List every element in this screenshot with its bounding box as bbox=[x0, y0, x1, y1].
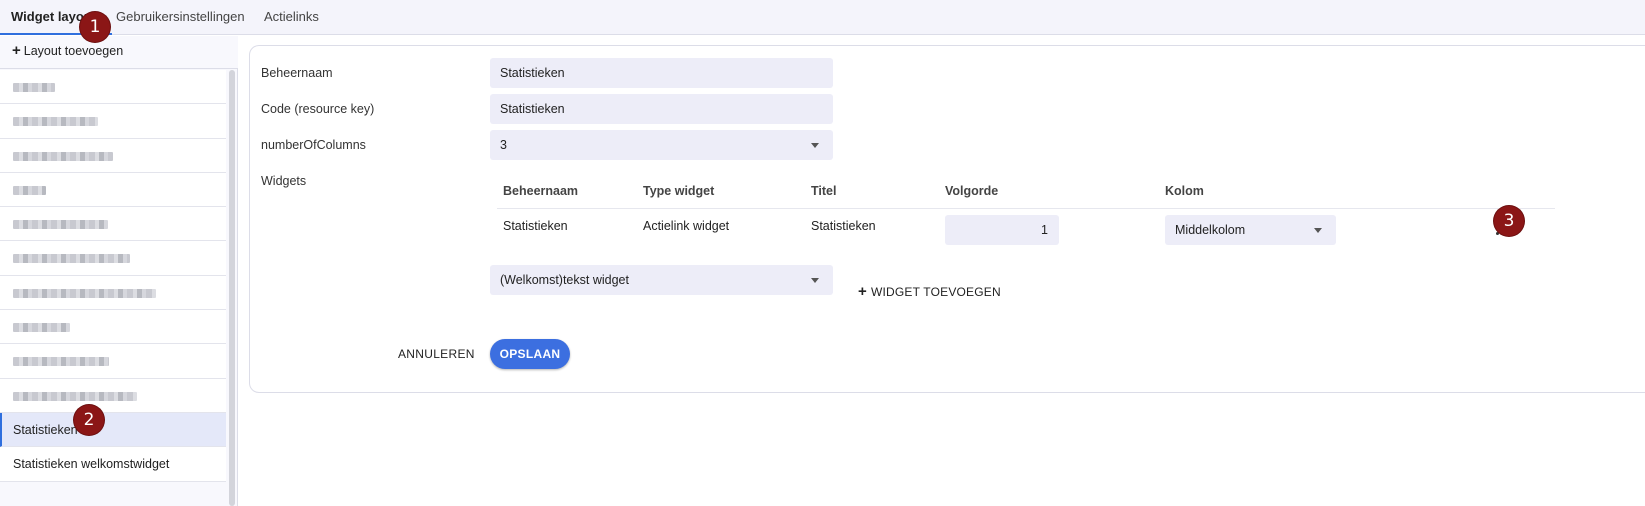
sidebar: + Layout toevoegen Statistieken Statistie… bbox=[0, 36, 238, 506]
blurred-label bbox=[13, 288, 156, 298]
list-item[interactable] bbox=[0, 378, 226, 413]
list-item[interactable] bbox=[0, 241, 226, 276]
list-item-statistieken-welkomstwidget[interactable]: Statistieken welkomstwidget bbox=[0, 447, 226, 482]
widget-type-select[interactable]: (Welkomst)tekst widget bbox=[490, 265, 833, 295]
list-item[interactable] bbox=[0, 70, 226, 105]
tab-gebruikersinstellingen[interactable]: Gebruikersinstellingen bbox=[116, 0, 245, 35]
blurred-label bbox=[13, 151, 113, 161]
blurred-label bbox=[13, 357, 109, 367]
chevron-down-icon bbox=[811, 278, 819, 283]
column-header-volgorde: Volgorde bbox=[945, 184, 999, 198]
beheernaam-input[interactable]: Statistieken bbox=[490, 58, 833, 88]
number-of-columns-value: 3 bbox=[500, 138, 507, 152]
blurred-label bbox=[13, 254, 130, 264]
chevron-down-icon bbox=[811, 143, 819, 148]
kolom-value: Middelkolom bbox=[1175, 223, 1246, 237]
blurred-label bbox=[13, 185, 46, 195]
column-header-type-widget: Type widget bbox=[643, 184, 715, 198]
table-divider bbox=[497, 208, 1555, 209]
layout-list: Statistieken Statistieken welkomstwidget bbox=[0, 70, 226, 482]
blurred-label bbox=[13, 391, 137, 401]
add-widget-button[interactable]: + WIDGET TOEVOEGEN bbox=[858, 283, 1001, 300]
plus-icon: + bbox=[858, 283, 867, 300]
blurred-label bbox=[13, 117, 98, 127]
add-layout-label: Layout toevoegen bbox=[23, 44, 124, 58]
list-item[interactable] bbox=[0, 207, 226, 242]
add-layout-button[interactable]: + Layout toevoegen bbox=[0, 36, 238, 69]
column-header-kolom: Kolom bbox=[1165, 184, 1204, 198]
chevron-down-icon bbox=[1314, 228, 1322, 233]
cancel-button[interactable]: ANNULEREN bbox=[398, 347, 475, 361]
code-input[interactable]: Statistieken bbox=[490, 94, 833, 124]
number-of-columns-select[interactable]: 3 bbox=[490, 130, 833, 160]
widget-type-value: (Welkomst)tekst widget bbox=[500, 273, 629, 287]
cell-beheernaam: Statistieken bbox=[503, 219, 568, 233]
list-item[interactable] bbox=[0, 275, 226, 311]
list-item[interactable] bbox=[0, 344, 226, 379]
plus-icon: + bbox=[12, 42, 21, 59]
number-of-columns-label: numberOfColumns bbox=[261, 138, 366, 152]
code-label: Code (resource key) bbox=[261, 102, 375, 116]
list-item[interactable] bbox=[0, 172, 226, 208]
beheernaam-label: Beheernaam bbox=[261, 66, 333, 80]
sidebar-scrollbar[interactable] bbox=[229, 70, 235, 506]
blurred-label bbox=[13, 220, 108, 230]
tab-bar: Widget layouts Gebruikersinstellingen Ac… bbox=[0, 0, 1645, 35]
badge-marker-2: 2 bbox=[74, 405, 104, 435]
tab-actielinks[interactable]: Actielinks bbox=[264, 0, 319, 35]
volgorde-input[interactable]: 1 bbox=[945, 215, 1059, 245]
list-item[interactable] bbox=[0, 138, 226, 173]
column-header-beheernaam: Beheernaam bbox=[503, 184, 579, 198]
save-button[interactable]: OPSLAAN bbox=[490, 339, 570, 369]
cell-type-widget: Actielink widget bbox=[643, 219, 730, 233]
blurred-label bbox=[13, 323, 70, 333]
kolom-select[interactable]: Middelkolom bbox=[1165, 215, 1336, 245]
blurred-label bbox=[13, 83, 55, 92]
list-item[interactable] bbox=[0, 310, 226, 345]
list-item[interactable] bbox=[0, 104, 226, 139]
column-header-titel: Titel bbox=[811, 184, 837, 198]
widgets-label: Widgets bbox=[261, 174, 307, 188]
cell-titel: Statistieken bbox=[811, 219, 876, 233]
badge-marker-1: 1 bbox=[80, 12, 110, 42]
list-item-statistieken[interactable]: Statistieken bbox=[0, 412, 226, 448]
badge-marker-3: 3 bbox=[1494, 206, 1524, 236]
add-widget-label: WIDGET TOEVOEGEN bbox=[870, 285, 1001, 299]
